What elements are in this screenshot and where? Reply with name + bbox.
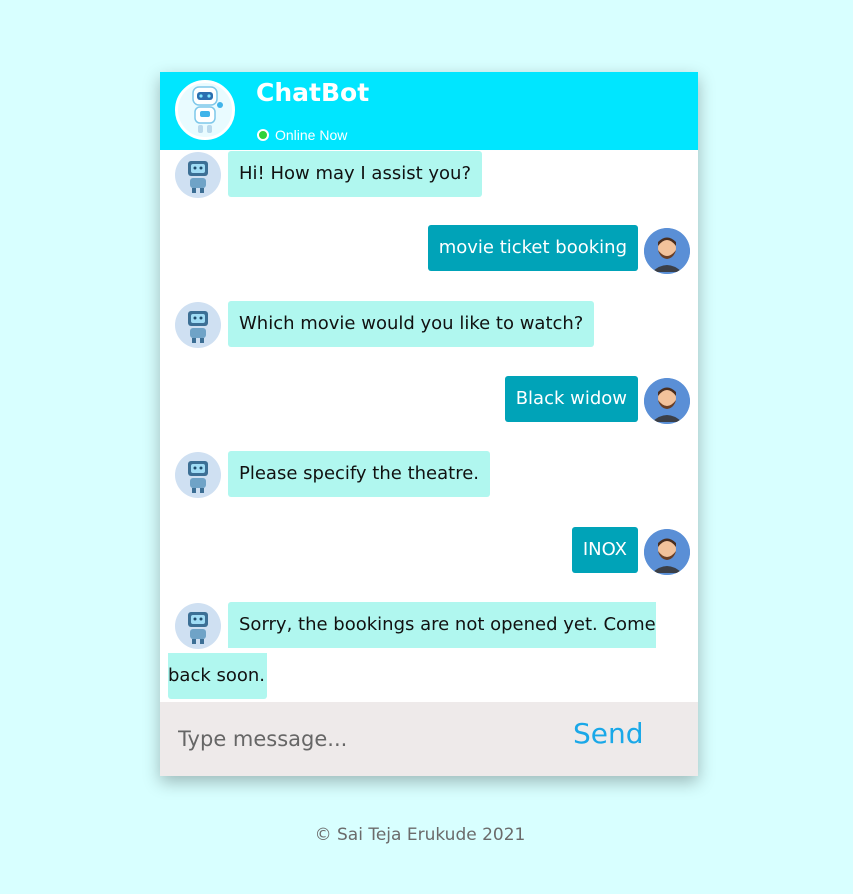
robot-icon [175, 452, 221, 498]
user-message: INOX [571, 527, 638, 573]
bot-message: Hi! How may I assist you? [228, 151, 483, 197]
user-avatar-icon [644, 228, 690, 274]
user-message: Black widow [504, 376, 638, 422]
robot-icon [175, 302, 221, 348]
bot-message-continuation: back soon. [168, 653, 268, 699]
user-avatar-icon [644, 529, 690, 575]
robot-icon [175, 80, 235, 140]
user-message: movie ticket booking [427, 225, 638, 271]
bot-message: Please specify the theatre. [228, 451, 490, 497]
bot-message: Sorry, the bookings are not opened yet. … [228, 602, 656, 648]
robot-icon [175, 603, 221, 649]
message-list[interactable]: Hi! How may I assist you? movie ticket b… [160, 150, 698, 702]
send-button[interactable]: Send [573, 717, 644, 750]
message-input[interactable] [160, 702, 560, 776]
robot-icon [175, 152, 221, 198]
status-indicator: Online Now [257, 127, 347, 143]
header-title: ChatBot [256, 78, 370, 107]
footer-copyright: © Sai Teja Erukude 2021 [314, 825, 526, 845]
chat-header: ChatBot Online Now [160, 72, 698, 150]
message-composer: Send [160, 702, 698, 776]
status-text: Online Now [275, 127, 348, 143]
chat-window: ChatBot Online Now Hi! How may I assist … [160, 72, 698, 776]
online-dot-icon [257, 129, 269, 141]
user-avatar-icon [644, 378, 690, 424]
bot-message: Which movie would you like to watch? [228, 301, 595, 347]
